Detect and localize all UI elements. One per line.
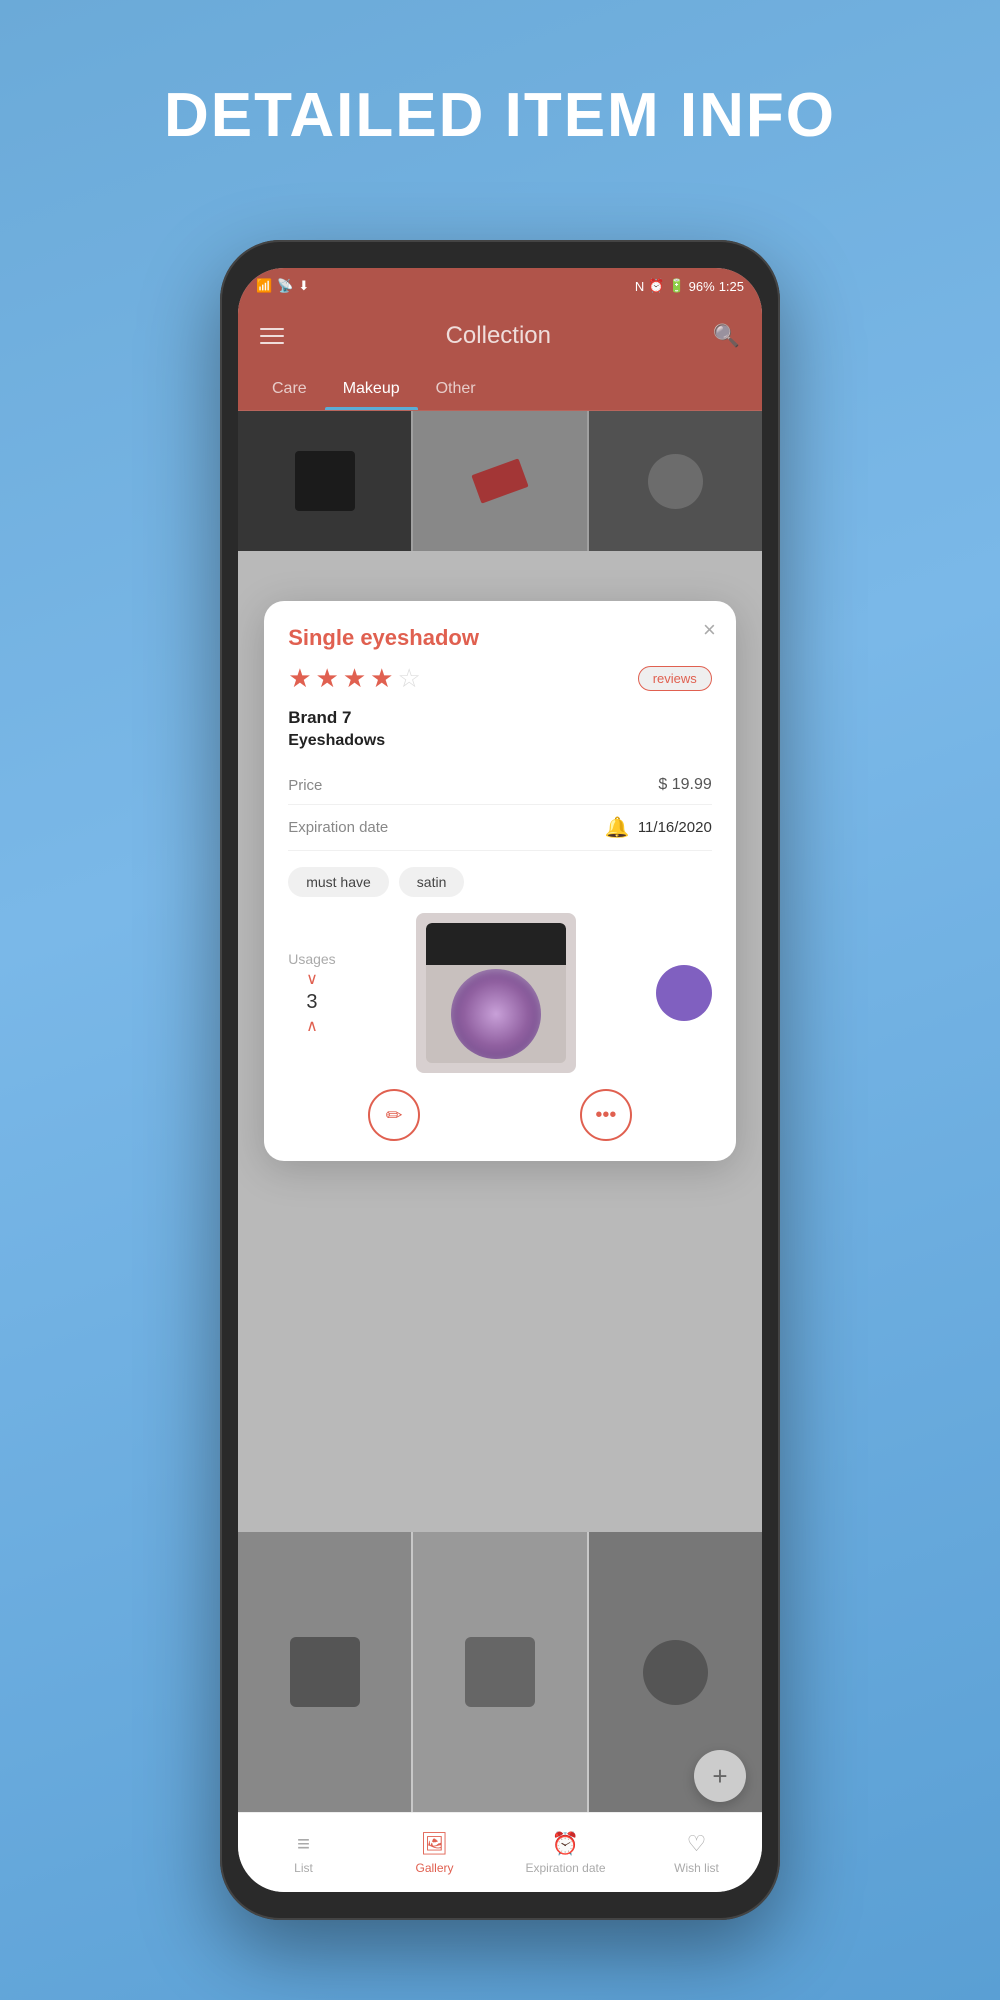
expiry-row: Expiration date 🔔 11/16/2020 [288, 805, 712, 851]
star-2: ★ [316, 663, 339, 694]
tab-care[interactable]: Care [254, 368, 325, 410]
nav-wishlist-label: Wish list [674, 1861, 719, 1875]
star-5: ☆ [397, 663, 420, 694]
rating-row: ★ ★ ★ ★ ☆ reviews [288, 663, 712, 694]
edit-icon: ✏ [386, 1103, 403, 1128]
usage-photo-row: Usages ∨ 3 ∧ [288, 913, 712, 1073]
usage-count: 3 [306, 991, 317, 1014]
wifi-icon: 📡 [277, 278, 293, 294]
alarm-status-icon: ⏰ [648, 278, 664, 294]
item-detail-modal: × Single eyeshadow ★ ★ ★ ★ ☆ [264, 601, 736, 1161]
battery-percent: 96% [689, 279, 715, 294]
usages-label: Usages [288, 951, 335, 967]
more-options-button[interactable]: ••• [580, 1089, 632, 1141]
nav-gallery-label: Gallery [415, 1861, 453, 1875]
tab-bar: Care Makeup Other [238, 368, 762, 411]
nfc-icon: N [635, 279, 644, 294]
reviews-button[interactable]: reviews [638, 666, 712, 691]
star-1: ★ [288, 663, 311, 694]
bottom-nav: ≡ List 🖼 Gallery ⏰ Expiration date ♡ Wis… [238, 1812, 762, 1892]
main-area: × Single eyeshadow ★ ★ ★ ★ ☆ [238, 411, 762, 1892]
expiry-label: Expiration date [288, 819, 388, 836]
modal-title: Single eyeshadow [288, 625, 712, 651]
brand-label: Brand 7 [288, 708, 712, 728]
nav-gallery[interactable]: 🖼 Gallery [369, 1831, 500, 1875]
expiry-value: 11/16/2020 [638, 819, 712, 836]
phone-screen: 📶 📡 ⬇ N ⏰ 🔋 96% 1:25 [238, 268, 762, 1892]
search-icon[interactable]: 🔍 [713, 323, 740, 349]
usage-control: Usages ∨ 3 ∧ [288, 951, 335, 1036]
edit-button[interactable]: ✏ [368, 1089, 420, 1141]
status-right: N ⏰ 🔋 96% 1:25 [635, 278, 744, 294]
modal-actions: ✏ ••• [288, 1089, 712, 1141]
hamburger-line-3 [260, 342, 284, 344]
expiry-right: 🔔 11/16/2020 [605, 815, 712, 840]
tag-satin[interactable]: satin [399, 867, 465, 897]
tab-makeup[interactable]: Makeup [325, 368, 418, 410]
signal-icon: 📶 [256, 278, 272, 294]
star-3: ★ [343, 663, 366, 694]
price-label: Price [288, 777, 322, 794]
star-rating: ★ ★ ★ ★ ☆ [288, 663, 421, 694]
color-swatch[interactable] [656, 965, 712, 1021]
download-icon: ⬇ [298, 278, 309, 294]
tag-must-have[interactable]: must have [288, 867, 389, 897]
grid-bottom-1[interactable] [238, 1532, 411, 1812]
price-row: Price $ 19.99 [288, 766, 712, 805]
phone-shell: 📶 📡 ⬇ N ⏰ 🔋 96% 1:25 [220, 240, 780, 1920]
nav-list-label: List [294, 1861, 313, 1875]
more-icon: ••• [595, 1104, 616, 1127]
modal-close-button[interactable]: × [703, 619, 716, 641]
menu-button[interactable] [260, 328, 284, 344]
nav-expiration[interactable]: ⏰ Expiration date [500, 1831, 631, 1875]
nav-wishlist[interactable]: ♡ Wish list [631, 1831, 762, 1875]
expiration-icon: ⏰ [552, 1831, 579, 1857]
list-icon: ≡ [297, 1831, 310, 1857]
battery-icon: 🔋 [668, 278, 684, 294]
price-value: $ 19.99 [658, 776, 711, 794]
tags-row: must have satin [288, 867, 712, 897]
app-title: Collection [446, 322, 551, 350]
hamburger-line-1 [260, 328, 284, 330]
status-bar: 📶 📡 ⬇ N ⏰ 🔋 96% 1:25 [238, 268, 762, 304]
hamburger-line-2 [260, 335, 284, 337]
clock: 1:25 [719, 279, 744, 294]
product-grid-bottom [238, 1532, 762, 1812]
fab-button[interactable]: + [694, 1750, 746, 1802]
product-photo[interactable] [416, 913, 576, 1073]
star-4: ★ [370, 663, 393, 694]
status-left: 📶 📡 ⬇ [256, 278, 309, 294]
grid-bottom-2[interactable] [413, 1532, 586, 1812]
hero-title: DETAILED ITEM INFO [0, 80, 1000, 151]
usage-increase-button[interactable]: ∧ [306, 1016, 318, 1036]
category-label: Eyeshadows [288, 732, 712, 750]
nav-list[interactable]: ≡ List [238, 1831, 369, 1875]
usage-decrease-button[interactable]: ∨ [306, 969, 318, 989]
bell-icon[interactable]: 🔔 [605, 815, 630, 840]
gallery-icon: 🖼 [421, 1831, 449, 1857]
nav-expiration-label: Expiration date [525, 1861, 605, 1875]
tab-other[interactable]: Other [418, 368, 494, 410]
wishlist-icon: ♡ [687, 1831, 707, 1857]
top-app-bar: Collection 🔍 [238, 304, 762, 368]
